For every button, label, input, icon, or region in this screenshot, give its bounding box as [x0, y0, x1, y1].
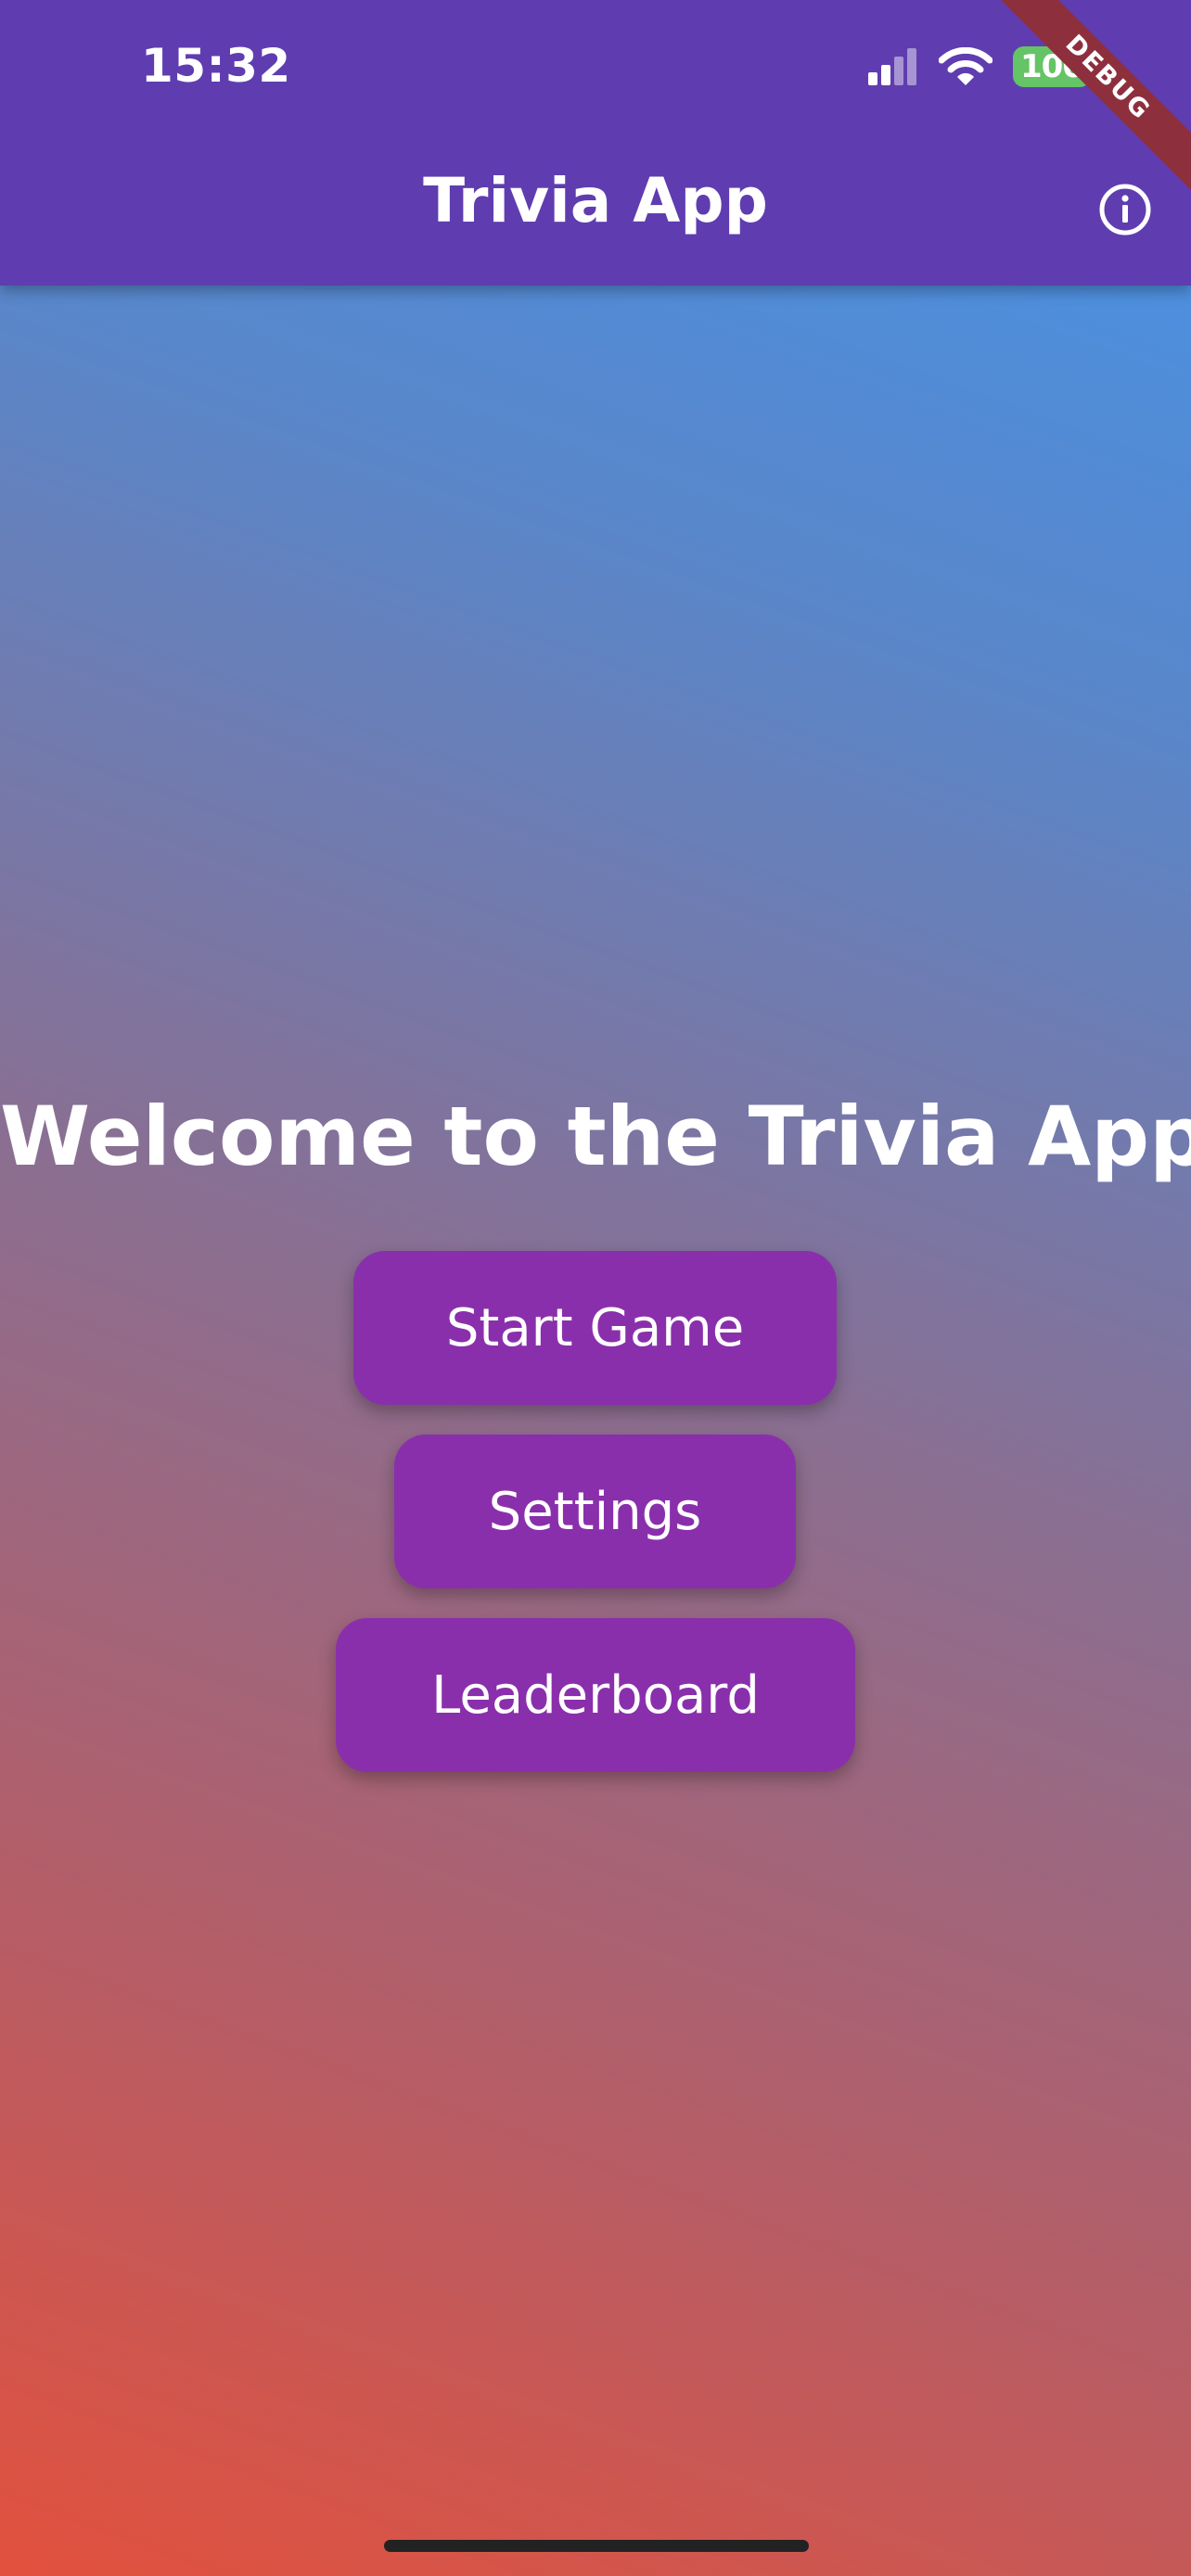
- trivia-home-screen: 15:32 100 Trivia App DEBUG Welcome to th…: [0, 0, 1191, 2576]
- app-bar: 15:32 100 Trivia App: [0, 0, 1191, 286]
- battery-level: 100: [1013, 46, 1091, 87]
- welcome-heading: Welcome to the Trivia App: [0, 1089, 1191, 1184]
- start-game-button[interactable]: Start Game: [353, 1251, 837, 1405]
- start-game-label: Start Game: [445, 1297, 745, 1358]
- info-icon[interactable]: [1097, 182, 1153, 237]
- settings-button[interactable]: Settings: [394, 1435, 796, 1588]
- cellular-signal-icon: [868, 48, 916, 85]
- wifi-icon: [939, 47, 992, 85]
- battery-indicator: 100: [1013, 46, 1098, 87]
- settings-label: Settings: [488, 1481, 702, 1542]
- home-indicator[interactable]: [384, 2540, 809, 2552]
- leaderboard-button[interactable]: Leaderboard: [336, 1618, 855, 1772]
- battery-tip: [1094, 59, 1098, 74]
- leaderboard-label: Leaderboard: [431, 1664, 760, 1726]
- status-indicators: 100: [868, 46, 1098, 87]
- status-time: 15:32: [141, 39, 291, 93]
- app-title: Trivia App: [423, 165, 768, 236]
